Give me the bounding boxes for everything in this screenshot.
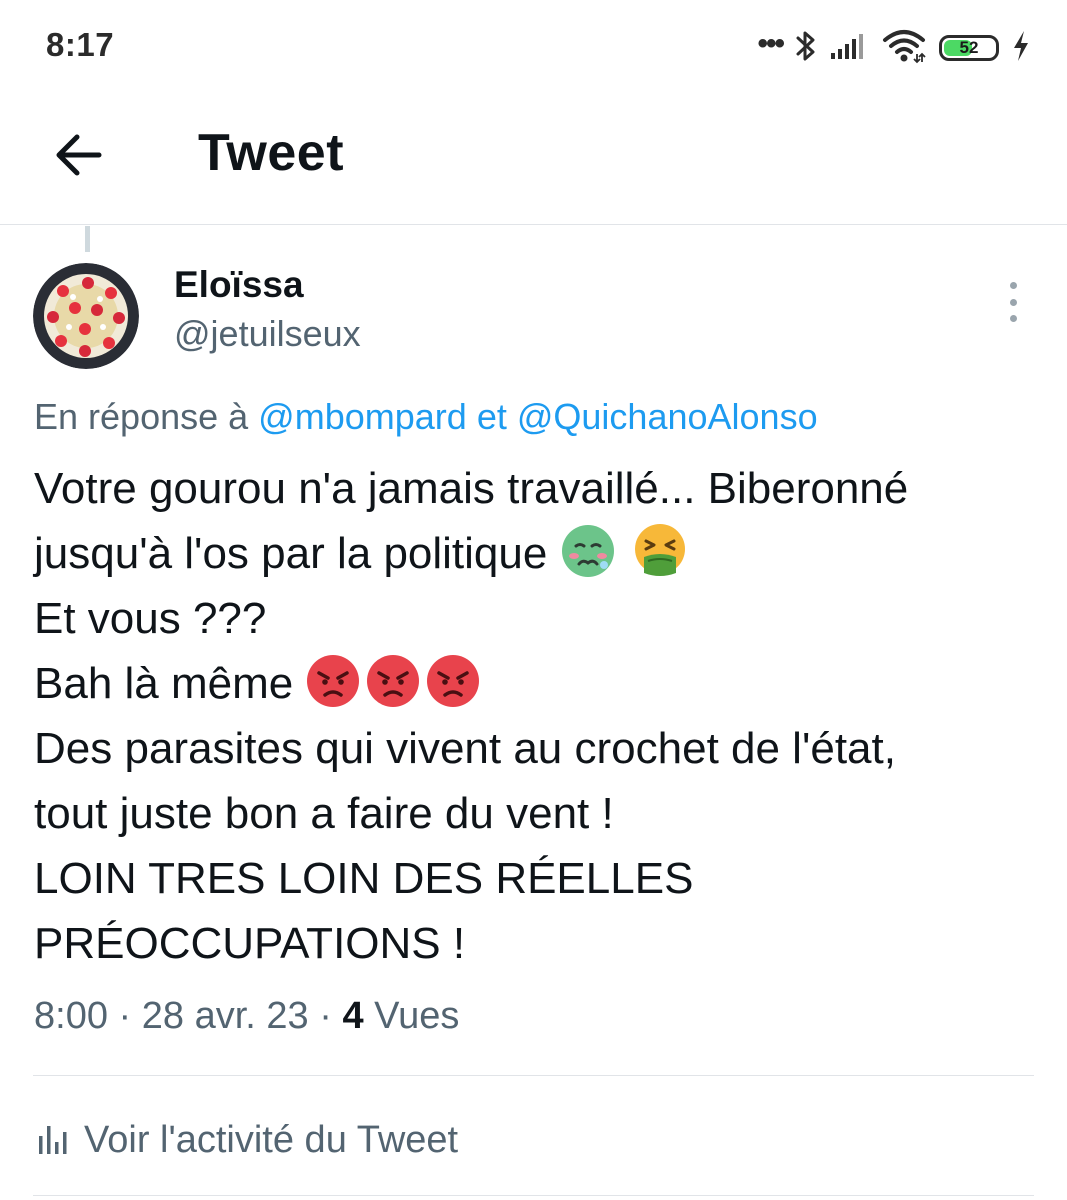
mention-link[interactable]: @mbompard: [258, 396, 467, 437]
tweet-line-text: Bah là même: [34, 659, 294, 708]
meta-separator: ·: [118, 995, 132, 1037]
tweet-activity-button[interactable]: Voir l'activité du Tweet: [34, 1112, 458, 1168]
top-app-bar: Tweet: [0, 95, 1067, 225]
activity-label: Voir l'activité du Tweet: [84, 1118, 459, 1161]
tweet-meta: 8:00 · 28 avr. 23 · 4 Vues: [34, 995, 459, 1038]
reply-context: En réponse à @mbompard et @QuichanoAlons…: [34, 396, 818, 438]
battery-level: 52: [959, 38, 979, 57]
reply-prefix: En réponse à: [34, 396, 249, 437]
tweet-line: tout juste bon a faire du vent !: [34, 789, 614, 838]
back-button[interactable]: [48, 125, 108, 185]
tweet-time[interactable]: 8:00: [34, 995, 108, 1037]
tweet-date[interactable]: 28 avr. 23: [142, 995, 309, 1037]
tweet-text: Votre gourou n'a jamais travaillé... Bib…: [34, 456, 1044, 976]
divider: [33, 1195, 1034, 1196]
angry-face-emoji: [427, 655, 480, 707]
author-handle[interactable]: @jetuilseux: [174, 313, 361, 355]
mention-link[interactable]: @QuichanoAlonso: [517, 396, 818, 437]
arrow-left-icon: [56, 134, 102, 176]
author-name[interactable]: Eloïssa: [174, 264, 304, 306]
divider: [33, 1075, 1034, 1076]
charging-icon: [1011, 29, 1031, 68]
meta-separator: ·: [319, 995, 332, 1037]
status-bar: 8:17 ••• 52: [0, 0, 1067, 95]
wifi-icon: [881, 28, 927, 69]
bluetooth-icon: [795, 29, 817, 68]
angry-face-emoji: [307, 655, 360, 707]
tweet-line: Et vous ???: [34, 594, 267, 643]
avatar[interactable]: [33, 263, 139, 369]
tweet-line: PRÉOCCUPATIONS !: [34, 919, 466, 968]
page-title: Tweet: [198, 124, 345, 182]
status-time: 8:17: [46, 26, 115, 63]
tweet-line: Bah là même: [34, 651, 1044, 716]
status-icons: ••• 52: [757, 27, 1031, 69]
thread-connector: [85, 226, 90, 252]
tweet-line-text: jusqu'à l'os par la politique: [34, 529, 548, 578]
analytics-icon: [39, 1126, 67, 1154]
signal-icon: [829, 31, 869, 66]
angry-face-emoji: [367, 655, 420, 707]
tweet-line: jusqu'à l'os par la politique: [34, 521, 1044, 586]
views-count: 4: [342, 995, 364, 1037]
more-notifications-icon: •••: [757, 27, 784, 60]
battery-icon: 52: [939, 35, 999, 61]
reply-conjunction: et: [476, 396, 507, 437]
tweet-line: Des parasites qui vivent au crochet de l…: [34, 724, 896, 773]
vomiting-face-emoji: [634, 524, 685, 576]
tweet-line: Votre gourou n'a jamais travaillé... Bib…: [34, 464, 909, 513]
views-label: Vues: [374, 995, 460, 1037]
more-vertical-icon: [1009, 282, 1017, 289]
tweet-line: LOIN TRES LOIN DES RÉELLES: [34, 854, 694, 903]
more-options-button[interactable]: [996, 282, 1030, 322]
nauseated-face-emoji: [561, 525, 614, 577]
